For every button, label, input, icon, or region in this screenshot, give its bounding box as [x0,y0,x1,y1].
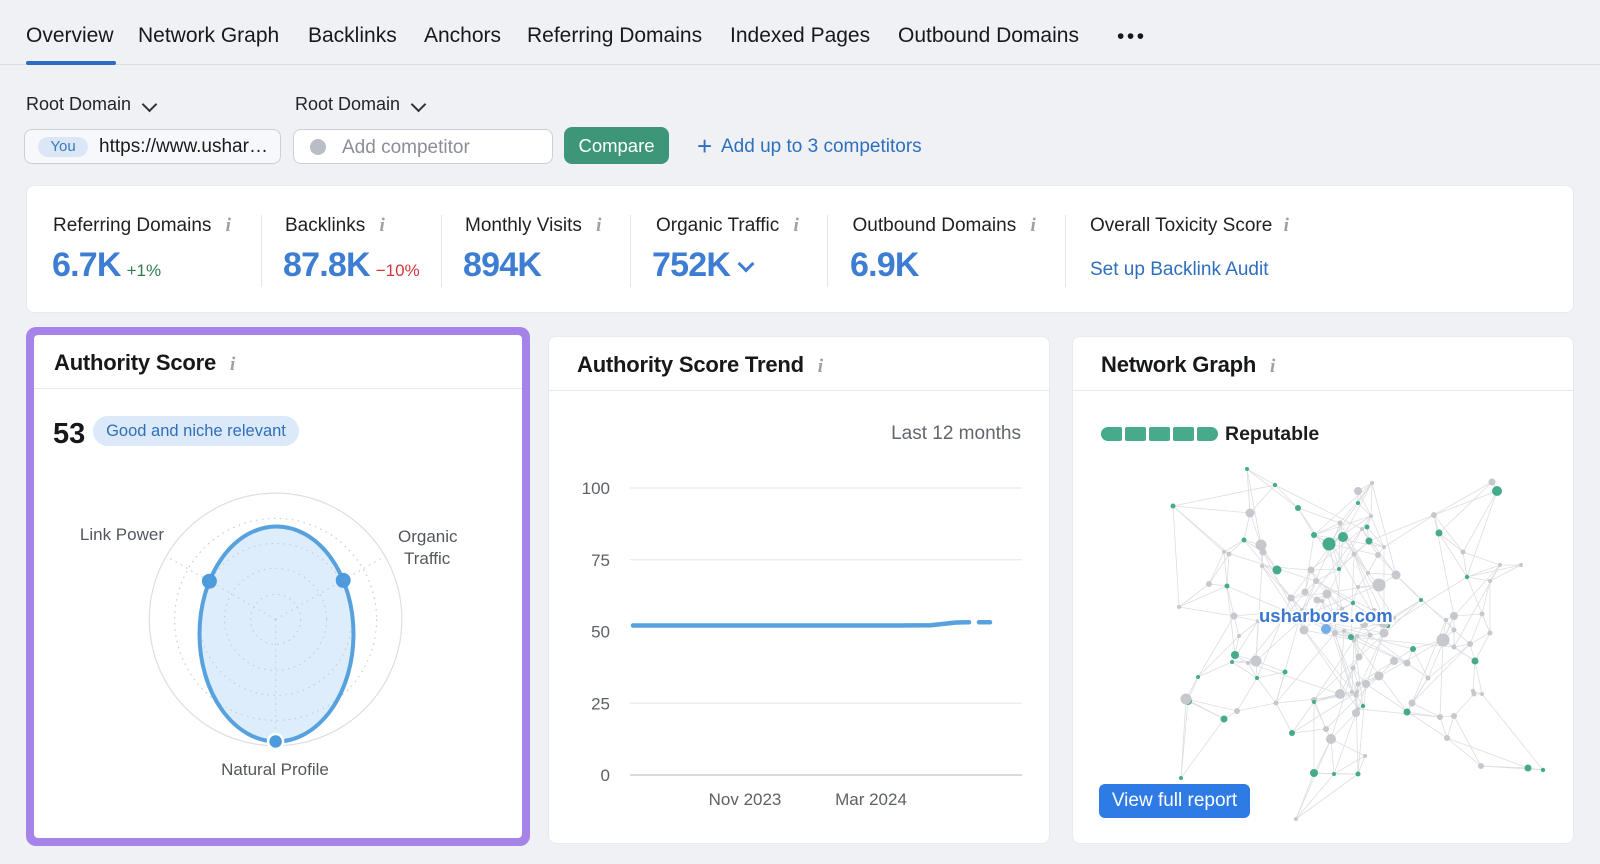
svg-text:75: 75 [591,551,610,570]
svg-text:50: 50 [591,623,610,642]
svg-text:100: 100 [582,479,610,498]
svg-text:Mar 2024: Mar 2024 [835,790,907,809]
svg-text:Traffic: Traffic [404,549,451,568]
svg-text:Organic: Organic [398,527,458,546]
svg-text:Nov 2023: Nov 2023 [709,790,782,809]
svg-text:0: 0 [601,766,610,785]
svg-text:Natural Profile: Natural Profile [221,760,329,779]
svg-text:usharbors.com: usharbors.com [1259,605,1393,626]
svg-text:25: 25 [591,694,610,713]
svg-text:Link Power: Link Power [80,525,164,544]
